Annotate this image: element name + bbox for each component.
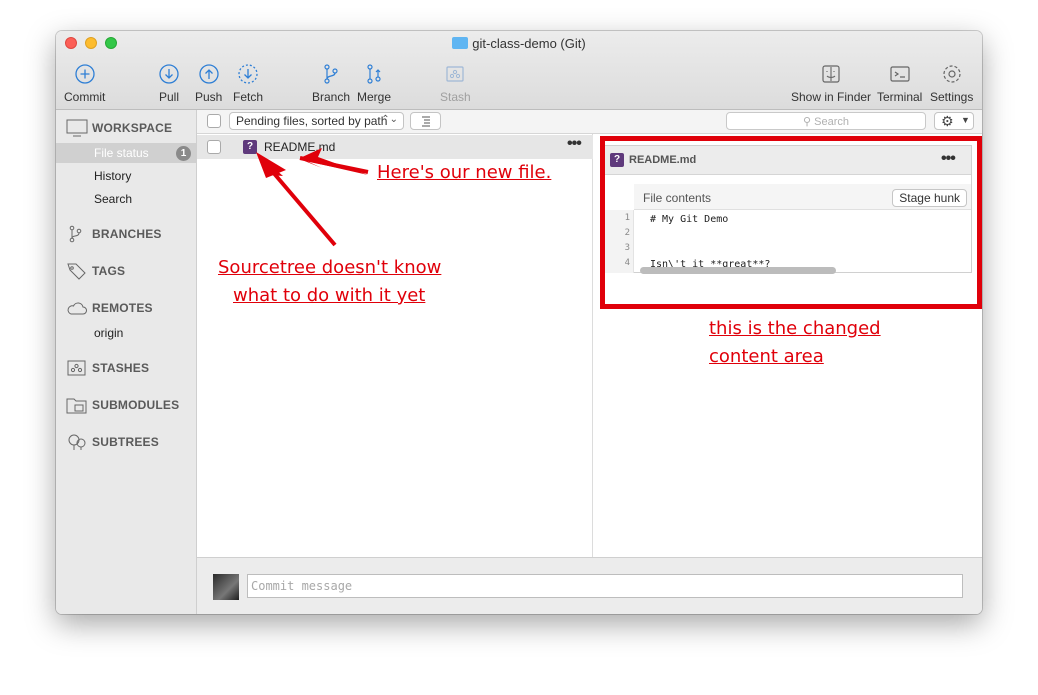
gear-icon xyxy=(943,65,961,83)
sidebar-item-search[interactable]: Search xyxy=(94,192,132,206)
commit-message-input[interactable]: Commit message xyxy=(247,574,963,598)
actions-menu-button[interactable]: ⚙ ▼ xyxy=(934,112,974,130)
avatar xyxy=(213,574,239,600)
chevron-down-icon: ▼ xyxy=(961,115,970,125)
window-title: git-class-demo (Git) xyxy=(56,36,982,51)
view-options-button[interactable] xyxy=(410,112,441,130)
folder-icon xyxy=(452,37,469,49)
branch-icon xyxy=(69,225,82,243)
sidebar-section-workspace[interactable]: WORKSPACE xyxy=(66,119,172,137)
sort-dropdown-label: Pending files, sorted by path xyxy=(236,114,388,128)
title-bar: git-class-demo (Git) Commit Pull Push Fe… xyxy=(56,31,982,110)
tree-icon xyxy=(68,434,86,450)
tag-icon xyxy=(67,263,86,280)
filter-bar: Pending files, sorted by path ⌃⌄ ⚲ Searc… xyxy=(197,110,982,134)
search-icon: ⚲ xyxy=(803,116,812,128)
annotation-unknown-line1: Sourcetree doesn't know xyxy=(218,257,442,278)
workspace-label: WORKSPACE xyxy=(92,121,173,135)
finder-icon xyxy=(822,65,840,83)
branch-label: Branch xyxy=(312,90,351,104)
file-checkbox[interactable] xyxy=(207,140,221,154)
list-icon xyxy=(422,116,430,127)
sidebar: WORKSPACE File status 1 History Search B… xyxy=(56,110,197,614)
branches-label: BRANCHES xyxy=(92,227,162,241)
annotation-unknown-line2: what to do with it yet xyxy=(233,285,426,306)
push-label: Push xyxy=(195,90,223,104)
settings-label: Settings xyxy=(930,90,974,104)
pull-label: Pull xyxy=(158,90,179,104)
stashes-label: STASHES xyxy=(92,361,150,375)
annotation-changed-line2: content area xyxy=(709,346,824,367)
terminal-label: Terminal xyxy=(877,90,923,104)
sidebar-item-history[interactable]: History xyxy=(94,169,131,183)
sort-dropdown[interactable]: Pending files, sorted by path ⌃⌄ xyxy=(229,112,404,130)
tags-label: TAGS xyxy=(92,264,126,278)
annotation-new-file: Here's our new file. xyxy=(377,162,552,183)
search-placeholder: Search xyxy=(814,116,849,128)
plus-circle-icon xyxy=(75,64,95,84)
sidebar-section-remotes[interactable]: REMOTES xyxy=(66,299,153,317)
branch-icon xyxy=(324,64,338,84)
sidebar-section-tags[interactable]: TAGS xyxy=(66,262,125,280)
sidebar-item-file-status[interactable]: File status xyxy=(94,146,149,160)
pull-button[interactable]: Pull xyxy=(157,62,181,104)
search-input[interactable]: ⚲ Search xyxy=(726,112,926,130)
terminal-button[interactable]: Terminal xyxy=(877,62,922,104)
monitor-icon xyxy=(66,119,88,137)
commit-button[interactable]: Commit xyxy=(64,62,105,104)
submodule-folder-icon xyxy=(66,398,87,414)
changed-content-highlight-box xyxy=(600,136,982,309)
stash-icon xyxy=(67,360,86,376)
fetch-button[interactable]: Fetch xyxy=(233,62,263,104)
merge-button[interactable]: Merge xyxy=(357,62,391,104)
chevron-updown-icon: ⌃⌄ xyxy=(381,114,398,125)
sidebar-section-submodules[interactable]: SUBMODULES xyxy=(66,396,179,414)
sidebar-section-branches[interactable]: BRANCHES xyxy=(66,225,162,243)
more-options-icon[interactable]: ••• xyxy=(567,135,582,153)
remotes-label: REMOTES xyxy=(92,301,153,315)
commit-label: Commit xyxy=(64,90,106,104)
settings-button[interactable]: Settings xyxy=(930,62,973,104)
file-name: README.md xyxy=(264,140,336,154)
fetch-label: Fetch xyxy=(233,90,264,104)
stash-button[interactable]: Stash xyxy=(440,62,471,104)
annotation-changed-line1: this is the changed xyxy=(709,318,881,339)
pending-files-pane: ? README.md ••• xyxy=(197,134,593,557)
sidebar-item-origin[interactable]: origin xyxy=(94,326,123,340)
sidebar-section-subtrees[interactable]: SUBTREES xyxy=(66,433,159,451)
stash-label: Stash xyxy=(440,90,471,104)
gear-icon: ⚙ xyxy=(941,113,954,129)
cloud-icon xyxy=(67,302,87,315)
fetch-icon xyxy=(238,64,258,84)
window-title-text: git-class-demo (Git) xyxy=(472,36,586,51)
file-status-count-badge: 1 xyxy=(176,146,191,161)
push-button[interactable]: Push xyxy=(195,62,222,104)
stash-icon xyxy=(446,66,464,82)
commit-bar: Commit message xyxy=(197,557,982,614)
merge-icon xyxy=(367,64,381,84)
branch-button[interactable]: Branch xyxy=(312,62,350,104)
arrow-down-circle-icon xyxy=(159,64,179,84)
terminal-icon xyxy=(890,66,910,82)
sidebar-section-stashes[interactable]: STASHES xyxy=(66,359,149,377)
submodules-label: SUBMODULES xyxy=(92,398,180,412)
arrow-up-circle-icon xyxy=(199,64,219,84)
untracked-file-icon: ? xyxy=(243,140,257,154)
show-in-finder-button[interactable]: Show in Finder xyxy=(791,62,871,104)
show-in-finder-label: Show in Finder xyxy=(791,90,872,104)
merge-label: Merge xyxy=(357,90,392,104)
file-row[interactable]: ? README.md ••• xyxy=(197,135,593,159)
select-all-checkbox[interactable] xyxy=(207,114,221,128)
subtrees-label: SUBTREES xyxy=(92,435,159,449)
